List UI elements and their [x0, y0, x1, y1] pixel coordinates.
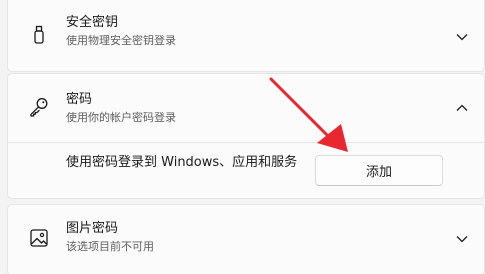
sign-in-options-page: 安全密钥 使用物理安全密钥登录 密码 使用你的帐户密码登录 使用密码登录到 Wi…	[0, 0, 485, 274]
chevron-up-icon[interactable]	[454, 100, 470, 116]
security-key-card[interactable]: 安全密钥 使用物理安全密钥登录	[7, 0, 485, 72]
password-header-row[interactable]: 密码 使用你的帐户密码登录	[8, 74, 484, 142]
key-icon	[28, 96, 50, 118]
password-title: 密码	[66, 92, 93, 107]
picture-password-card[interactable]: 图片密码 该选项目前不可用	[7, 204, 485, 274]
security-key-row[interactable]: 安全密钥 使用物理安全密钥登录	[8, 1, 484, 73]
usb-key-icon	[28, 24, 50, 46]
chevron-down-icon[interactable]	[454, 29, 470, 45]
add-password-button[interactable]: 添加	[315, 155, 443, 186]
picture-icon	[28, 227, 50, 249]
password-body: 使用密码登录到 Windows、应用和服务 添加	[8, 143, 484, 200]
security-key-subtitle: 使用物理安全密钥登录	[66, 34, 176, 47]
security-key-title: 安全密钥	[66, 15, 119, 30]
picture-password-title: 图片密码	[66, 221, 119, 236]
picture-password-subtitle: 该选项目前不可用	[66, 240, 154, 253]
password-card: 密码 使用你的帐户密码登录 使用密码登录到 Windows、应用和服务 添加	[7, 73, 485, 199]
chevron-down-icon[interactable]	[454, 231, 470, 247]
picture-password-row[interactable]: 图片密码 该选项目前不可用	[8, 205, 484, 274]
password-subtitle: 使用你的帐户密码登录	[66, 111, 176, 124]
password-description: 使用密码登录到 Windows、应用和服务	[66, 155, 298, 170]
